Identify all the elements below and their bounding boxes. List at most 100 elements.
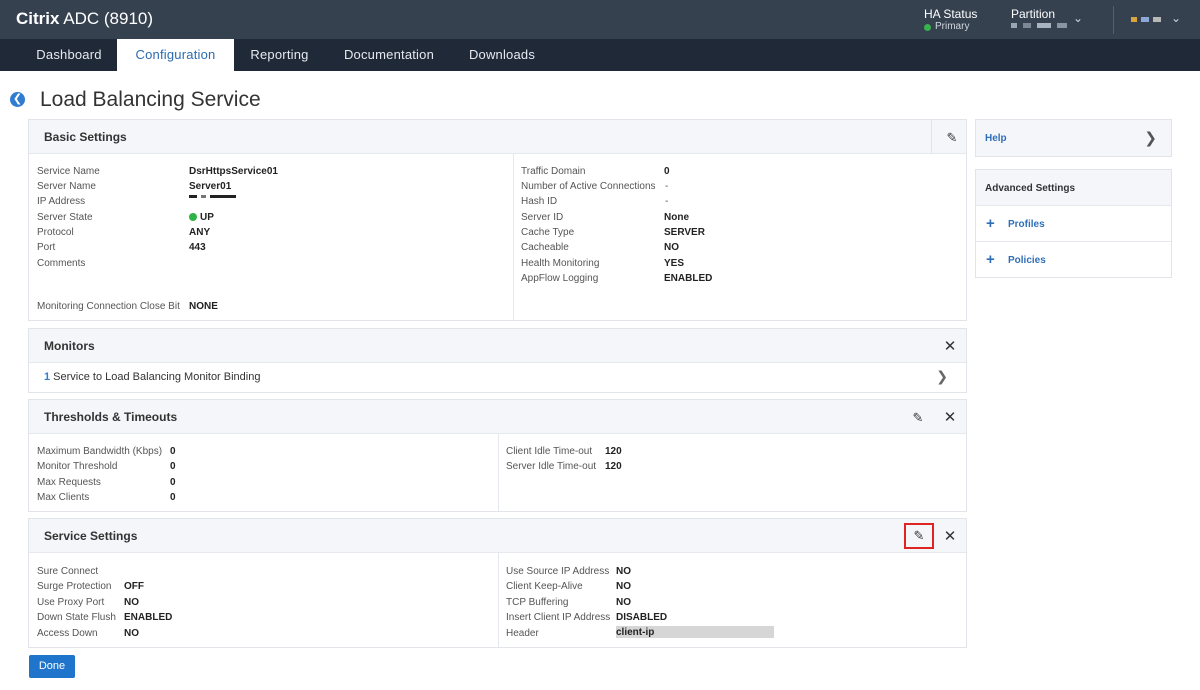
field-label: Use Source IP Address bbox=[506, 566, 610, 577]
close-icon[interactable]: ✕ bbox=[939, 526, 961, 548]
field-label: Surge Protection bbox=[37, 581, 112, 592]
chevron-right-icon[interactable]: ❯ bbox=[936, 368, 948, 385]
field-label: Protocol bbox=[37, 227, 74, 238]
chevron-right-icon: ❯ bbox=[1144, 130, 1157, 147]
help-label: Help bbox=[985, 133, 1007, 144]
field-value: NO bbox=[124, 597, 139, 608]
advanced-item-label: Policies bbox=[1008, 255, 1046, 266]
pencil-icon: ✎ bbox=[946, 130, 958, 145]
top-bar: Citrix ADC (8910) HA Status Primary Part… bbox=[0, 0, 1200, 39]
user-menu-redacted[interactable] bbox=[1131, 17, 1161, 22]
port-value: 443 bbox=[189, 242, 206, 253]
divider bbox=[513, 154, 514, 320]
tab-downloads[interactable]: Downloads bbox=[452, 39, 552, 71]
divider bbox=[1113, 6, 1114, 34]
thresholds-timeouts-panel: Thresholds & Timeouts ✎ ✕ Maximum Bandwi… bbox=[28, 399, 967, 512]
tab-reporting[interactable]: Reporting bbox=[234, 39, 325, 71]
plus-icon: + bbox=[986, 215, 995, 232]
field-value: YES bbox=[664, 258, 685, 269]
monitors-panel: Monitors ✕ 1 Service to Load Balancing M… bbox=[28, 328, 967, 393]
field-value: 0 bbox=[170, 446, 176, 457]
status-up-icon bbox=[189, 213, 197, 221]
tab-dashboard[interactable]: Dashboard bbox=[22, 39, 116, 71]
field-value: 0 bbox=[664, 166, 670, 177]
advanced-item-policies[interactable]: + Policies bbox=[976, 242, 1171, 278]
field-value: NO bbox=[124, 628, 139, 639]
field-label: Server Idle Time-out bbox=[506, 461, 597, 472]
field-label: Max Clients bbox=[37, 492, 90, 503]
field-label: Insert Client IP Address bbox=[506, 612, 611, 623]
tab-documentation[interactable]: Documentation bbox=[326, 39, 452, 71]
help-panel[interactable]: Help ❯ bbox=[975, 119, 1172, 157]
divider bbox=[498, 553, 499, 647]
field-value: DISABLED bbox=[616, 612, 668, 623]
monitor-close-bit-value: NONE bbox=[189, 301, 218, 312]
app-title: Citrix ADC (8910) bbox=[16, 9, 154, 28]
back-arrow-icon[interactable]: ❮ bbox=[10, 92, 25, 107]
field-value: ENABLED bbox=[664, 273, 713, 284]
field-label: Server State bbox=[37, 212, 93, 223]
field-label: Client Idle Time-out bbox=[506, 446, 593, 457]
chevron-down-icon[interactable]: ⌄ bbox=[1171, 11, 1181, 25]
field-label: Server ID bbox=[521, 212, 564, 223]
ha-status-dot-icon bbox=[924, 23, 931, 31]
field-label: Maximum Bandwidth (Kbps) bbox=[37, 446, 163, 457]
field-value: NO bbox=[616, 597, 631, 608]
partition-label: Partition bbox=[1011, 7, 1056, 21]
service-settings-panel: Service Settings ✎ ✕ Sure Connect Surge … bbox=[28, 518, 967, 648]
field-label: Service Name bbox=[37, 166, 100, 177]
advanced-item-profiles[interactable]: + Profiles bbox=[976, 206, 1171, 242]
edit-service-settings-button[interactable]: ✎ bbox=[904, 523, 934, 549]
field-value: 0 bbox=[170, 461, 176, 472]
ha-status-value: Primary bbox=[935, 21, 970, 32]
ha-status[interactable]: HA Status Primary bbox=[924, 8, 977, 33]
field-label: Monitoring Connection Close Bit bbox=[37, 301, 180, 312]
edit-thresholds-button[interactable]: ✎ bbox=[907, 407, 929, 429]
field-label: Cacheable bbox=[521, 242, 569, 253]
tab-configuration[interactable]: Configuration bbox=[117, 39, 234, 71]
field-label: Monitor Threshold bbox=[37, 461, 118, 472]
protocol-value: ANY bbox=[189, 227, 211, 238]
field-label: Header bbox=[506, 628, 539, 639]
field-label: Comments bbox=[37, 258, 86, 269]
field-value: 120 bbox=[605, 446, 622, 457]
divider bbox=[498, 434, 499, 511]
field-value: SERVER bbox=[664, 227, 705, 238]
field-label: Port bbox=[37, 242, 56, 253]
field-value: NO bbox=[616, 581, 631, 592]
field-value: OFF bbox=[124, 581, 144, 592]
ip-address-redacted bbox=[189, 195, 236, 198]
partition-selector[interactable]: Partition bbox=[1011, 8, 1071, 28]
chevron-down-icon[interactable]: ⌄ bbox=[1073, 11, 1083, 25]
advanced-item-label: Profiles bbox=[1008, 219, 1045, 230]
page-title: Load Balancing Service bbox=[40, 88, 261, 111]
field-value: ENABLED bbox=[124, 612, 173, 623]
panel-title: Thresholds & Timeouts bbox=[44, 410, 178, 424]
ha-status-label: HA Status bbox=[924, 7, 978, 21]
field-value: None bbox=[664, 212, 689, 223]
field-label: IP Address bbox=[37, 196, 86, 207]
close-icon[interactable]: ✕ bbox=[939, 407, 961, 429]
advanced-settings-panel: Advanced Settings + Profiles + Policies bbox=[975, 169, 1172, 278]
plus-icon: + bbox=[986, 251, 995, 268]
pencil-icon: ✎ bbox=[912, 410, 924, 425]
partition-value-redacted bbox=[1011, 23, 1071, 28]
panel-title: Monitors bbox=[44, 339, 95, 353]
field-label: Max Requests bbox=[37, 477, 101, 488]
field-label: Use Proxy Port bbox=[37, 597, 105, 608]
field-label: Client Keep-Alive bbox=[506, 581, 583, 592]
monitor-binding-link[interactable]: 1 Service to Load Balancing Monitor Bind… bbox=[44, 371, 260, 383]
panel-title: Basic Settings bbox=[44, 130, 127, 144]
field-label: Access Down bbox=[37, 628, 98, 639]
field-value: - bbox=[665, 196, 669, 207]
field-label: Number of Active Connections bbox=[521, 181, 656, 192]
field-label: Sure Connect bbox=[37, 566, 99, 577]
field-value: 0 bbox=[170, 477, 176, 488]
done-button[interactable]: Done bbox=[29, 655, 75, 678]
close-icon[interactable]: ✕ bbox=[939, 336, 961, 358]
field-label: Health Monitoring bbox=[521, 258, 600, 269]
field-value: NO bbox=[664, 242, 679, 253]
edit-basic-settings-button[interactable]: ✎ bbox=[941, 127, 963, 149]
field-value: NO bbox=[616, 566, 631, 577]
panel-title: Service Settings bbox=[44, 529, 138, 543]
